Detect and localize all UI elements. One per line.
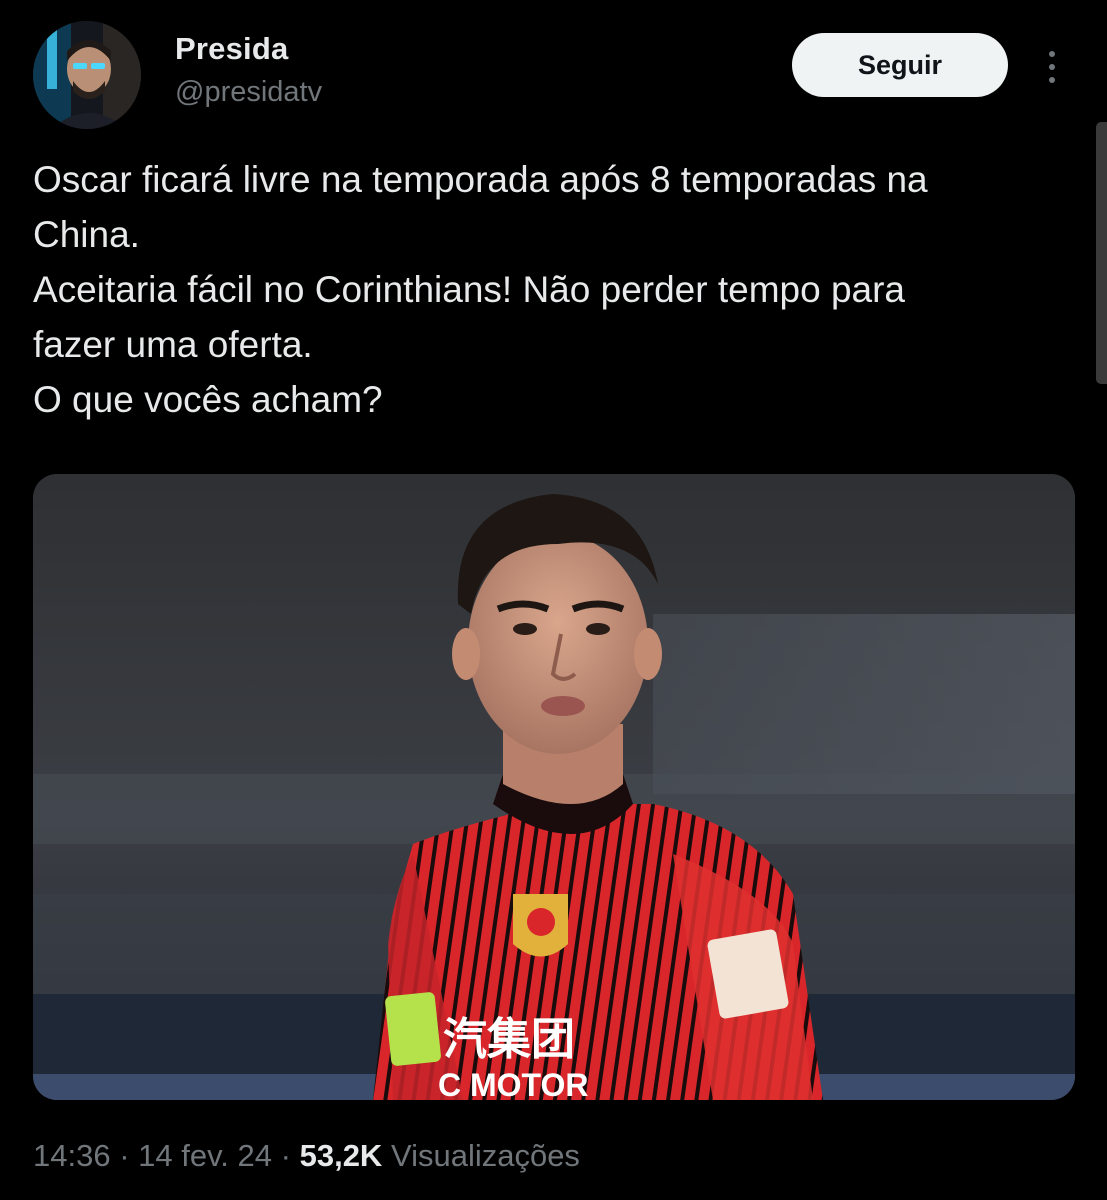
more-options-icon[interactable] — [1036, 45, 1068, 89]
tweet-time[interactable]: 14:36 — [33, 1138, 111, 1173]
author-handle[interactable]: @presidatv — [175, 76, 322, 109]
shirt-text-chinese: 汽集团 — [443, 1014, 575, 1065]
tweet-date[interactable]: 14 fev. 24 — [138, 1138, 272, 1173]
tweet-text: Oscar ficará livre na temporada após 8 t… — [33, 152, 1083, 427]
tweet-text-line: fazer uma oferta. — [33, 324, 313, 365]
tweet-text-line: O que vocês acham? — [33, 379, 383, 420]
player-photo: 汽集团 C MOTOR — [33, 474, 1075, 1100]
follow-button[interactable]: Seguir — [792, 33, 1008, 97]
tweet-text-line: Oscar ficará livre na temporada após 8 t… — [33, 159, 928, 200]
tweet-media-image[interactable]: 汽集团 C MOTOR — [33, 474, 1075, 1100]
tweet-card: Presida @presidatv Seguir Oscar ficará l… — [0, 0, 1107, 1200]
meta-separator: · — [280, 1138, 291, 1173]
avatar-image — [33, 21, 141, 129]
author-display-name[interactable]: Presida — [175, 31, 288, 67]
author-avatar[interactable] — [33, 21, 141, 129]
tweet-text-line: China. — [33, 214, 140, 255]
tweet-meta: 14:36 · 14 fev. 24 · 53,2K Visualizações — [33, 1138, 580, 1174]
tweet-text-line: Aceitaria fácil no Corinthians! Não perd… — [33, 269, 906, 310]
views-count[interactable]: 53,2K — [300, 1138, 383, 1173]
views-label[interactable]: Visualizações — [391, 1138, 580, 1173]
meta-separator: · — [119, 1138, 130, 1173]
scrollbar-thumb[interactable] — [1096, 122, 1107, 384]
shirt-text-latin: C MOTOR — [438, 1067, 589, 1100]
